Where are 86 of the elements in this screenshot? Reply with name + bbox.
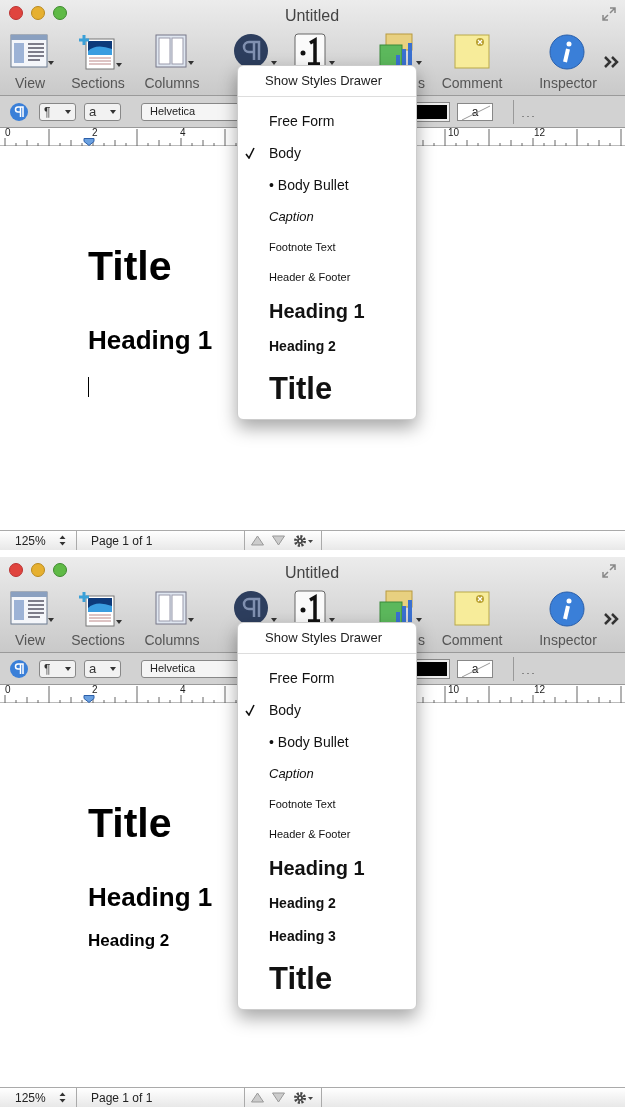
info-icon bbox=[548, 33, 586, 71]
paragraph-icon[interactable] bbox=[9, 101, 29, 122]
more-icon[interactable] bbox=[522, 115, 536, 118]
stepper-icon[interactable] bbox=[59, 1092, 66, 1103]
sticky-note-icon bbox=[452, 33, 492, 71]
stepper-icon[interactable] bbox=[59, 535, 66, 546]
menu-item[interactable]: Body bbox=[238, 137, 416, 169]
fullscreen-icon[interactable] bbox=[601, 6, 617, 22]
more-icon[interactable] bbox=[522, 672, 536, 675]
highlight-color-well[interactable]: a bbox=[457, 102, 493, 121]
caret-icon bbox=[65, 666, 71, 671]
menu-item[interactable]: • Body Bullet bbox=[238, 726, 416, 758]
overflow-chevron-icon[interactable] bbox=[603, 612, 619, 626]
menu-item[interactable]: Body bbox=[238, 694, 416, 726]
previous-page-icon[interactable] bbox=[251, 535, 264, 546]
toolbar-label[interactable]: s bbox=[418, 630, 425, 651]
fullscreen-icon[interactable] bbox=[601, 563, 617, 579]
ruler-number: 10 bbox=[446, 128, 460, 138]
caret-icon bbox=[65, 109, 71, 114]
caret-icon bbox=[110, 666, 116, 671]
document-text: Title bbox=[88, 246, 172, 287]
zoom-button[interactable] bbox=[53, 6, 67, 20]
toolbar-label[interactable]: Inspector bbox=[528, 73, 608, 94]
ruler-number: 2 bbox=[90, 685, 98, 695]
menu-item[interactable]: Header & Footer bbox=[238, 819, 416, 849]
menu-item[interactable]: Heading 2 bbox=[238, 887, 416, 920]
minimize-button[interactable] bbox=[31, 6, 45, 20]
menu-item[interactable]: Caption bbox=[238, 758, 416, 789]
paragraph-popup[interactable]: ¶ bbox=[39, 102, 76, 121]
highlight-color-well[interactable]: a bbox=[457, 659, 493, 678]
zoom-button[interactable] bbox=[53, 563, 67, 577]
previous-page-icon[interactable] bbox=[251, 1092, 264, 1103]
menu-item[interactable]: • Body Bullet bbox=[238, 169, 416, 201]
toolbar-label[interactable]: Comment bbox=[432, 630, 512, 651]
caret-icon bbox=[110, 109, 116, 114]
menu-item[interactable]: Title bbox=[238, 953, 416, 1005]
paragraph-popup[interactable]: ¶ bbox=[39, 659, 76, 678]
zoom-popup[interactable]: 125% bbox=[0, 531, 77, 550]
close-button[interactable] bbox=[9, 563, 23, 577]
ruler-number: 4 bbox=[178, 685, 186, 695]
sections-icon bbox=[78, 590, 124, 630]
next-page-icon[interactable] bbox=[272, 535, 285, 546]
toolbar-label[interactable]: Comment bbox=[432, 73, 512, 94]
toolbar-label[interactable]: s bbox=[418, 73, 425, 94]
gear-icon[interactable] bbox=[293, 533, 315, 548]
view-icon bbox=[10, 590, 56, 628]
menu-item[interactable]: Caption bbox=[238, 201, 416, 232]
sections-icon bbox=[78, 33, 124, 73]
page-count: Page 1 of 1 bbox=[77, 531, 245, 550]
document-text: Heading 2 bbox=[88, 932, 170, 949]
character-popup[interactable]: a bbox=[84, 659, 121, 678]
ruler-number: 12 bbox=[532, 128, 546, 138]
ruler-number: 2 bbox=[90, 128, 98, 138]
menu-item[interactable]: Heading 1 bbox=[238, 849, 416, 887]
zoom-popup[interactable]: 125% bbox=[0, 1088, 77, 1107]
ruler-number: 10 bbox=[446, 685, 460, 695]
close-button[interactable] bbox=[9, 6, 23, 20]
page-count: Page 1 of 1 bbox=[77, 1088, 245, 1107]
menu-item[interactable]: Heading 3 bbox=[238, 920, 416, 953]
document-text: Title bbox=[88, 803, 172, 844]
gear-icon[interactable] bbox=[293, 1090, 315, 1105]
ruler-number: 4 bbox=[178, 128, 186, 138]
show-drawer-item[interactable]: Show Styles Drawer bbox=[238, 623, 416, 654]
menu-item[interactable]: Title bbox=[238, 363, 416, 415]
menu-item[interactable]: Heading 2 bbox=[238, 330, 416, 363]
sticky-note-icon bbox=[452, 590, 492, 628]
show-drawer-item[interactable]: Show Styles Drawer bbox=[238, 66, 416, 97]
next-page-icon[interactable] bbox=[272, 1092, 285, 1103]
document-text: Heading 1 bbox=[88, 327, 213, 353]
menu-item[interactable]: Header & Footer bbox=[238, 262, 416, 292]
menu-item[interactable]: Footnote Text bbox=[238, 232, 416, 262]
toolbar-label[interactable]: Inspector bbox=[528, 630, 608, 651]
info-icon bbox=[548, 590, 586, 628]
document-text: Heading 1 bbox=[88, 884, 213, 910]
ruler-number: 0 bbox=[3, 128, 11, 138]
character-popup[interactable]: a bbox=[84, 102, 121, 121]
overflow-chevron-icon[interactable] bbox=[603, 55, 619, 69]
menu-item[interactable]: Footnote Text bbox=[238, 789, 416, 819]
window-title: Untitled bbox=[283, 6, 341, 26]
ruler-number: 0 bbox=[3, 685, 11, 695]
view-icon bbox=[10, 33, 56, 71]
menu-item[interactable]: Heading 1 bbox=[238, 292, 416, 330]
window-title: Untitled bbox=[283, 563, 341, 583]
paragraph-icon[interactable] bbox=[9, 658, 29, 679]
minimize-button[interactable] bbox=[31, 563, 45, 577]
ruler-number: 12 bbox=[532, 685, 546, 695]
